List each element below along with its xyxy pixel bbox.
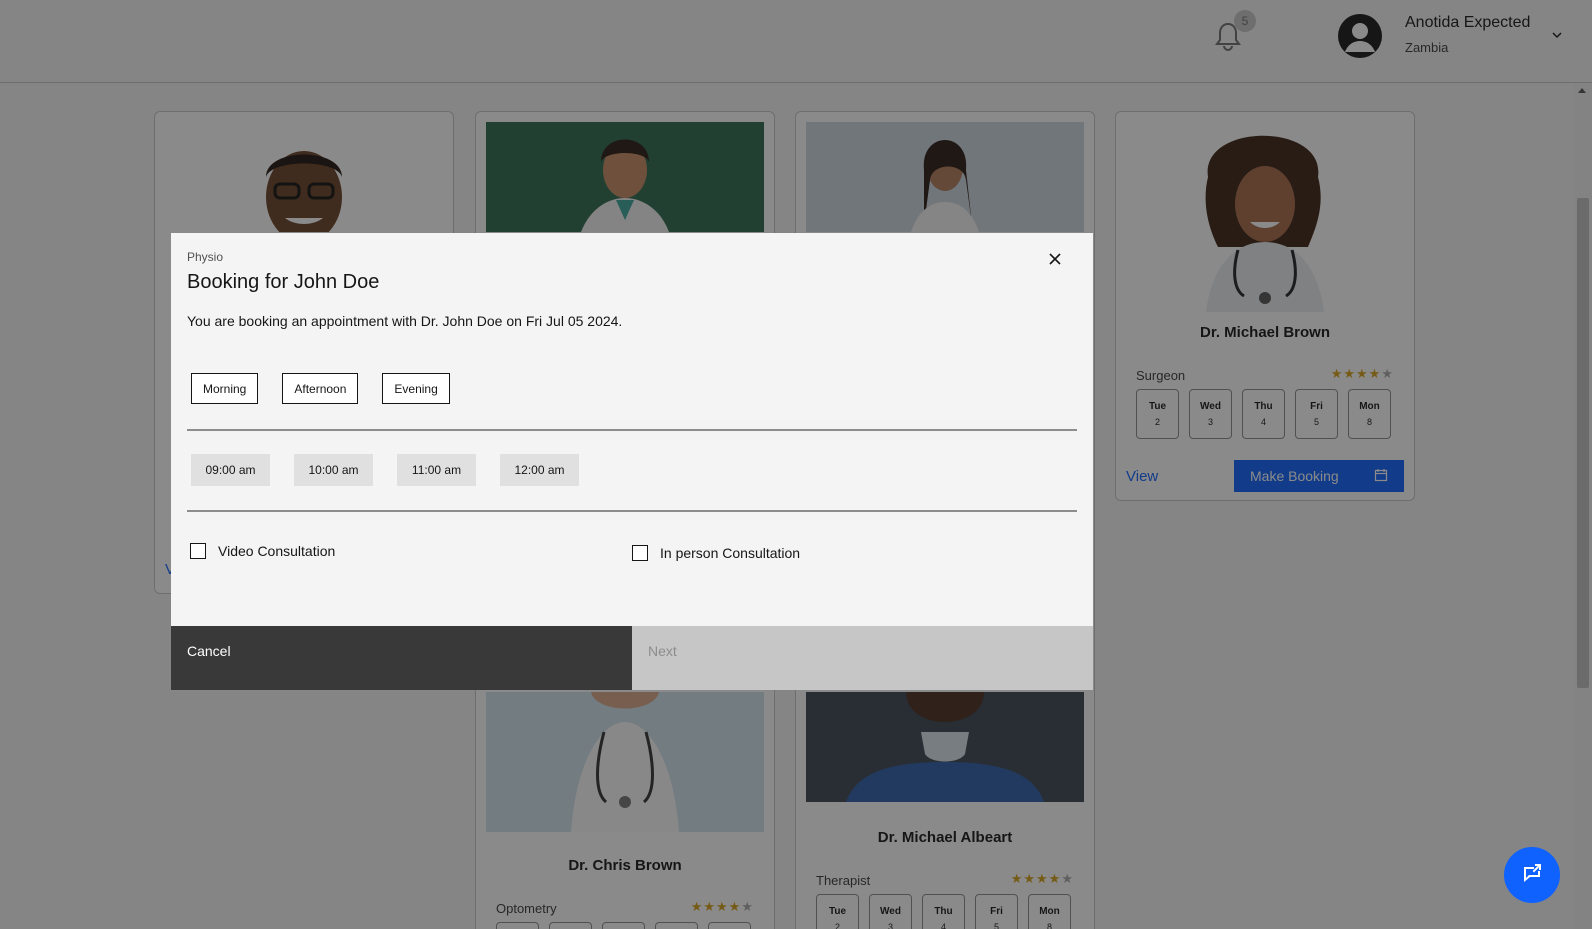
modal-category-label: Physio <box>187 250 224 264</box>
in-person-consultation-checkbox[interactable] <box>632 545 648 561</box>
divider <box>187 429 1077 431</box>
period-morning-button[interactable]: Morning <box>191 373 259 404</box>
modal-description: You are booking an appointment with Dr. … <box>187 313 623 329</box>
period-evening-button[interactable]: Evening <box>382 373 450 404</box>
chat-launch-icon <box>1520 861 1544 890</box>
period-afternoon-button[interactable]: Afternoon <box>282 373 359 404</box>
time-of-day-group: Morning Afternoon Evening <box>191 373 450 404</box>
time-slot-button[interactable]: 09:00 am <box>191 454 270 486</box>
booking-modal: Physio Booking for John Doe You are book… <box>171 233 1093 690</box>
video-consultation-checkbox[interactable] <box>190 543 206 559</box>
modal-title: Booking for John Doe <box>187 271 380 293</box>
divider <box>187 510 1077 512</box>
video-consultation-label: Video Consultation <box>218 543 336 559</box>
close-icon[interactable] <box>1043 247 1067 271</box>
time-slot-button[interactable]: 11:00 am <box>397 454 476 486</box>
in-person-consultation-option[interactable]: In person Consultation <box>632 545 800 561</box>
time-slot-button[interactable]: 12:00 am <box>500 454 579 486</box>
time-slot-button[interactable]: 10:00 am <box>294 454 373 486</box>
chat-launch-button[interactable] <box>1504 847 1560 903</box>
time-slot-group: 09:00 am 10:00 am 11:00 am 12:00 am <box>191 454 579 486</box>
next-button[interactable]: Next <box>632 626 1093 690</box>
video-consultation-option[interactable]: Video Consultation <box>190 543 335 559</box>
in-person-consultation-label: In person Consultation <box>660 545 801 561</box>
cancel-button[interactable]: Cancel <box>171 626 632 690</box>
